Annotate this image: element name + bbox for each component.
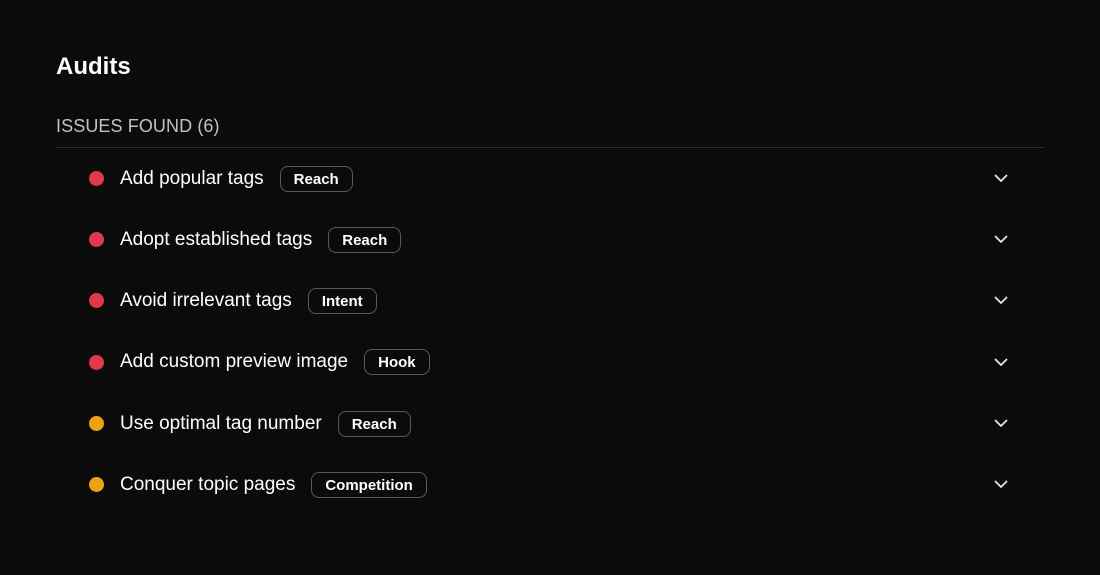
- issue-list: Add popular tags Reach Adopt established…: [56, 148, 1044, 515]
- severity-dot: [89, 171, 104, 186]
- chevron-down-icon[interactable]: [994, 172, 1008, 186]
- chevron-down-icon[interactable]: [994, 417, 1008, 431]
- issue-label: Add popular tags: [120, 167, 264, 189]
- chevron-down-icon[interactable]: [994, 478, 1008, 492]
- issue-row[interactable]: Adopt established tags Reach: [56, 209, 1044, 270]
- severity-dot: [89, 354, 104, 370]
- issue-row[interactable]: Avoid irrelevant tags Intent: [56, 270, 1044, 331]
- category-tag: Reach: [279, 165, 353, 192]
- issue-row[interactable]: Add popular tags Reach: [56, 148, 1044, 209]
- issue-label: Conquer topic pages: [120, 473, 296, 495]
- issue-row[interactable]: Use optimal tag number Reach: [56, 393, 1044, 454]
- category-tag: Reach: [328, 226, 402, 253]
- issue-label: Avoid irrelevant tags: [120, 289, 292, 311]
- issue-label: Adopt established tags: [120, 228, 313, 250]
- severity-dot: [89, 416, 104, 432]
- chevron-down-icon[interactable]: [994, 294, 1008, 308]
- page-title: Audits: [56, 53, 131, 80]
- category-tag: Intent: [307, 287, 377, 314]
- chevron-down-icon[interactable]: [994, 233, 1008, 247]
- severity-dot: [89, 232, 104, 248]
- category-tag: Competition: [311, 471, 427, 498]
- severity-dot: [89, 293, 104, 309]
- issues-found-header: ISSUES FOUND (6): [56, 116, 220, 136]
- issue-row[interactable]: Conquer topic pages Competition: [56, 454, 1044, 515]
- category-tag: Reach: [337, 410, 411, 437]
- issue-row[interactable]: Add custom preview image Hook: [56, 332, 1044, 393]
- chevron-down-icon[interactable]: [994, 355, 1008, 369]
- severity-dot: [89, 477, 104, 493]
- issue-label: Use optimal tag number: [120, 412, 322, 434]
- audits-panel: Audits ISSUES FOUND (6) Add popular tags…: [0, 0, 1100, 575]
- category-tag: Hook: [364, 349, 430, 376]
- issue-label: Add custom preview image: [120, 351, 349, 373]
